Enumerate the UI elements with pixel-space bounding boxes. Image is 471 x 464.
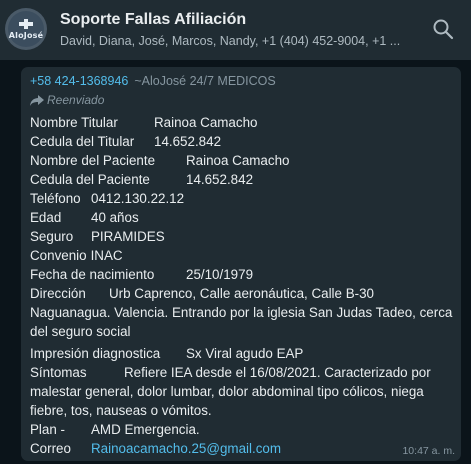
field-row: Convenio INAC (30, 246, 455, 265)
field-value: 25/10/1979 (186, 267, 254, 282)
message-timestamp: 10:47 a. m. (402, 445, 455, 457)
field-row: Fecha de nacimiento 25/10/1979 (30, 265, 455, 284)
field-value: INAC (90, 248, 123, 263)
field-label: Cedula del Titular (30, 134, 135, 149)
field-value: Rainoa Camacho (186, 153, 290, 168)
field-label: Teléfono (30, 191, 81, 206)
search-icon (433, 19, 454, 40)
chat-participants: David, Diana, José, Marcos, Nandy, +1 (4… (60, 34, 401, 48)
field-value: AMD Emergencia. (91, 422, 200, 437)
field-value: 0412.130.22.12 (91, 191, 185, 206)
field-row: Teléfono 0412.130.22.12 (30, 189, 455, 208)
forwarded-indicator: Reenviado (30, 93, 104, 107)
avatar-logo: AloJosé (8, 11, 44, 47)
forwarded-label: Reenviado (47, 93, 105, 107)
field-label: Convenio (30, 248, 87, 263)
field-row: Dirección Urb Caprenco, Calle aeronáutica… (30, 284, 455, 341)
medical-cross-icon (19, 18, 33, 29)
field-label: Nombre del Paciente (30, 153, 156, 168)
field-value: PIRAMIDES (91, 229, 165, 244)
field-row: Cedula del Titular 14.652.842 (30, 132, 455, 151)
field-label: Cedula del Paciente (30, 172, 150, 187)
field-label: Dirección (30, 286, 86, 301)
chat-header[interactable]: AloJosé Soporte Fallas Afiliación David,… (0, 0, 471, 60)
field-row: Nombre del Paciente Rainoa Camacho (30, 151, 455, 170)
field-value: Sx Viral agudo EAP (186, 346, 304, 361)
field-label: Edad (30, 210, 62, 225)
field-row: Síntomas Refiere IEA desde el 16/08/2021.… (30, 363, 455, 420)
group-avatar[interactable]: AloJosé (5, 8, 47, 50)
message-bubble[interactable]: +58 424-1368946 ~AloJosé 24/7 MEDICOS Ree… (21, 67, 461, 461)
field-label: Síntomas (30, 365, 87, 380)
search-button[interactable] (432, 18, 458, 44)
field-row: Correo Rainoacamacho.25@gmail.com (30, 439, 455, 458)
field-value: 14.652.842 (186, 172, 254, 187)
field-label: Plan - (30, 422, 65, 437)
field-value: Rainoa Camacho (154, 115, 258, 130)
field-label: Nombre Titular (30, 115, 118, 130)
field-row: Impresión diagnostica Sx Viral agudo EAP (30, 344, 455, 363)
field-label: Fecha de nacimiento (30, 267, 155, 282)
field-label: Seguro (30, 229, 74, 244)
field-label: Impresión diagnostica (30, 346, 161, 361)
sender-phone[interactable]: +58 424-1368946 (30, 74, 128, 88)
field-value: 14.652.842 (154, 134, 222, 149)
field-row: Seguro PIRAMIDES (30, 227, 455, 246)
field-label: Correo (30, 441, 71, 456)
field-row: Plan - AMD Emergencia. (30, 420, 455, 439)
sender-name: ~AloJosé 24/7 MEDICOS (134, 74, 276, 88)
message-body: Nombre Titular Rainoa Camacho Cedula del… (30, 113, 455, 458)
field-row: Nombre Titular Rainoa Camacho (30, 113, 455, 132)
field-row: Edad 40 años (30, 208, 455, 227)
forward-arrow-icon (30, 94, 44, 106)
chat-title: Soporte Fallas Afiliación (60, 11, 247, 28)
chat-area[interactable]: +58 424-1368946 ~AloJosé 24/7 MEDICOS Ree… (0, 60, 471, 464)
field-row: Cedula del Paciente 14.652.842 (30, 170, 455, 189)
avatar-text: AloJosé (8, 30, 44, 40)
field-value: 40 años (91, 210, 139, 225)
email-link[interactable]: Rainoacamacho.25@gmail.com (91, 439, 281, 458)
message-sender[interactable]: +58 424-1368946 ~AloJosé 24/7 MEDICOS (30, 74, 276, 88)
